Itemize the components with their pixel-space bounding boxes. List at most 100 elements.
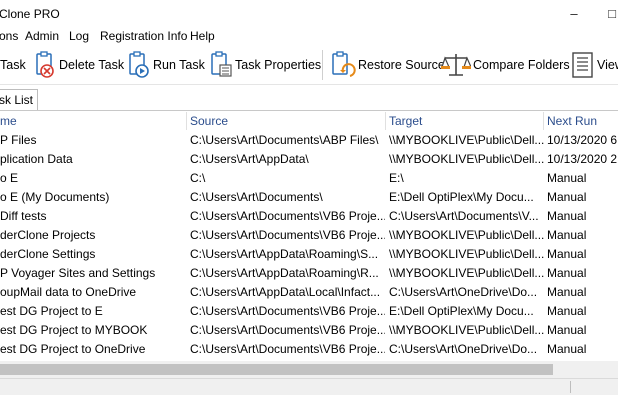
cell-source: C:\Users\Art\Documents\VB6 Proje... <box>190 209 385 223</box>
table-row[interactable]: P Files C:\Users\Art\Documents\ABP Files… <box>0 131 618 150</box>
cell-target: \\MYBOOKLIVE\Public\Dell... <box>389 133 544 147</box>
toolbar-label-new-task: Task <box>0 58 26 72</box>
cell-source: C:\ <box>190 171 206 185</box>
cell-source: C:\Users\Art\AppData\ <box>190 152 309 166</box>
cell-source: C:\Users\Art\Documents\VB6 Proje... <box>190 323 385 337</box>
menu-help[interactable]: Help <box>190 29 215 43</box>
minimize-button[interactable]: – <box>562 3 586 25</box>
view-button[interactable]: View <box>570 50 618 80</box>
status-bar-divider <box>570 381 571 393</box>
cell-source: C:\Users\Art\Documents\VB6 Proje... <box>190 304 385 318</box>
cell-name: P Voyager Sites and Settings <box>0 266 156 280</box>
toolbar-label-compare-folders: Compare Folders <box>473 58 570 72</box>
cell-target: E:\Dell OptiPlex\My Docu... <box>389 190 534 204</box>
column-header-name[interactable]: me <box>0 111 187 131</box>
task-properties-button[interactable]: Task Properties <box>208 50 321 80</box>
toolbar-label-task-properties: Task Properties <box>235 58 322 72</box>
cell-source: C:\Users\Art\Documents\VB6 Proje... <box>190 342 385 356</box>
delete-task-button[interactable]: Delete Task <box>32 50 124 80</box>
menu-options[interactable]: ons <box>0 29 18 43</box>
cell-source: C:\Users\Art\Documents\ABP Files\ <box>190 133 379 147</box>
status-bar <box>0 378 618 395</box>
title-bar: Clone PRO – □ <box>0 0 618 28</box>
column-header-next-run[interactable]: Next Run <box>544 111 618 131</box>
menu-log[interactable]: Log <box>69 29 89 43</box>
table-row[interactable]: plication Data C:\Users\Art\AppData\ \\M… <box>0 150 618 169</box>
cell-next-run: Manual <box>547 190 587 204</box>
cell-name: Diff tests <box>0 209 47 223</box>
table-row[interactable]: derClone Settings C:\Users\Art\AppData\R… <box>0 245 618 264</box>
view-icon <box>572 52 593 78</box>
cell-name: derClone Settings <box>0 247 96 261</box>
table-row[interactable]: P Voyager Sites and Settings C:\Users\Ar… <box>0 264 618 283</box>
task-properties-icon <box>211 51 232 77</box>
cell-next-run: Manual <box>547 266 587 280</box>
cell-next-run: Manual <box>547 304 587 318</box>
toolbar: Task Delete Task Run Task Task Propertie… <box>0 46 618 85</box>
table-row[interactable]: derClone Projects C:\Users\Art\Documents… <box>0 226 618 245</box>
cell-next-run: Manual <box>547 342 587 356</box>
cell-name: plication Data <box>0 152 73 166</box>
cell-target: E:\Dell OptiPlex\My Docu... <box>389 304 534 318</box>
new-task-button[interactable]: Task <box>0 50 26 80</box>
toolbar-separator <box>322 50 323 80</box>
cell-name: o E (My Documents) <box>0 190 110 204</box>
task-list: P Files C:\Users\Art\Documents\ABP Files… <box>0 131 618 359</box>
cell-name: derClone Projects <box>0 228 96 242</box>
toolbar-label-run-task: Run Task <box>153 58 205 72</box>
tab-label: sk List <box>0 93 34 107</box>
cell-source: C:\Users\Art\AppData\Local\Infact... <box>190 285 381 299</box>
toolbar-label-delete-task: Delete Task <box>59 58 125 72</box>
toolbar-label-view: View <box>597 58 618 72</box>
cell-name: est DG Project to OneDrive <box>0 342 146 356</box>
cell-target: \\MYBOOKLIVE\Public\Dell... <box>389 323 544 337</box>
cell-target: \\MYBOOKLIVE\Public\Dell... <box>389 266 544 280</box>
scrollbar-thumb[interactable] <box>0 364 553 375</box>
cell-target: \\MYBOOKLIVE\Public\Dell... <box>389 228 544 242</box>
cell-next-run: Manual <box>547 171 587 185</box>
run-task-icon <box>129 51 149 78</box>
cell-next-run: 10/13/2020 2: <box>547 152 618 166</box>
column-header-target[interactable]: Target <box>386 111 544 131</box>
cell-source: C:\Users\Art\AppData\Roaming\S... <box>190 247 379 261</box>
table-row[interactable]: oupMail data to OneDrive C:\Users\Art\Ap… <box>0 283 618 302</box>
cell-source: C:\Users\Art\Documents\VB6 Proje... <box>190 228 385 242</box>
menu-bar: ons Admin Log Registration Info Help <box>0 28 618 46</box>
cell-target: C:\Users\Art\Documents\V... <box>389 209 539 223</box>
toolbar-label-restore-source: Restore Source <box>358 58 445 72</box>
menu-registration-info[interactable]: Registration Info <box>100 29 187 43</box>
table-row[interactable]: est DG Project to MYBOOK C:\Users\Art\Do… <box>0 321 618 340</box>
tab-task-list[interactable]: sk List <box>0 89 38 110</box>
cell-source: C:\Users\Art\Documents\ <box>190 190 323 204</box>
cell-target: \\MYBOOKLIVE\Public\Dell... <box>389 152 544 166</box>
cell-next-run: Manual <box>547 209 587 223</box>
restore-source-button[interactable]: Restore Source <box>330 50 445 80</box>
cell-next-run: Manual <box>547 323 587 337</box>
compare-folders-button[interactable]: Compare Folders <box>441 50 570 80</box>
cell-next-run: 10/13/2020 6: <box>547 133 618 147</box>
cell-name: est DG Project to MYBOOK <box>0 323 148 337</box>
cell-target: C:\Users\Art\OneDrive\Do... <box>389 342 538 356</box>
table-row[interactable]: est DG Project to E C:\Users\Art\Documen… <box>0 302 618 321</box>
compare-folders-icon <box>441 54 471 76</box>
tab-strip: sk List <box>0 88 618 111</box>
cell-target: \\MYBOOKLIVE\Public\Dell... <box>389 247 544 261</box>
restore-source-icon <box>332 51 356 77</box>
cell-next-run: Manual <box>547 228 587 242</box>
column-header-source[interactable]: Source <box>187 111 385 131</box>
menu-admin[interactable]: Admin <box>25 29 59 43</box>
table-row[interactable]: Diff tests C:\Users\Art\Documents\VB6 Pr… <box>0 207 618 226</box>
maximize-button[interactable]: □ <box>600 3 618 25</box>
cell-target: E:\ <box>389 171 404 185</box>
cell-next-run: Manual <box>547 285 587 299</box>
cell-source: C:\Users\Art\AppData\Roaming\R... <box>190 266 379 280</box>
cell-name: oupMail data to OneDrive <box>0 285 137 299</box>
table-row[interactable]: o E C:\ E:\ Manual <box>0 169 618 188</box>
cell-name: P Files <box>0 133 37 147</box>
table-row[interactable]: o E (My Documents) C:\Users\Art\Document… <box>0 188 618 207</box>
horizontal-scrollbar[interactable] <box>0 361 618 378</box>
table-row[interactable]: est DG Project to OneDrive C:\Users\Art\… <box>0 340 618 359</box>
cell-target: C:\Users\Art\OneDrive\Do... <box>389 285 538 299</box>
run-task-button[interactable]: Run Task <box>126 50 205 80</box>
cell-next-run: Manual <box>547 247 587 261</box>
